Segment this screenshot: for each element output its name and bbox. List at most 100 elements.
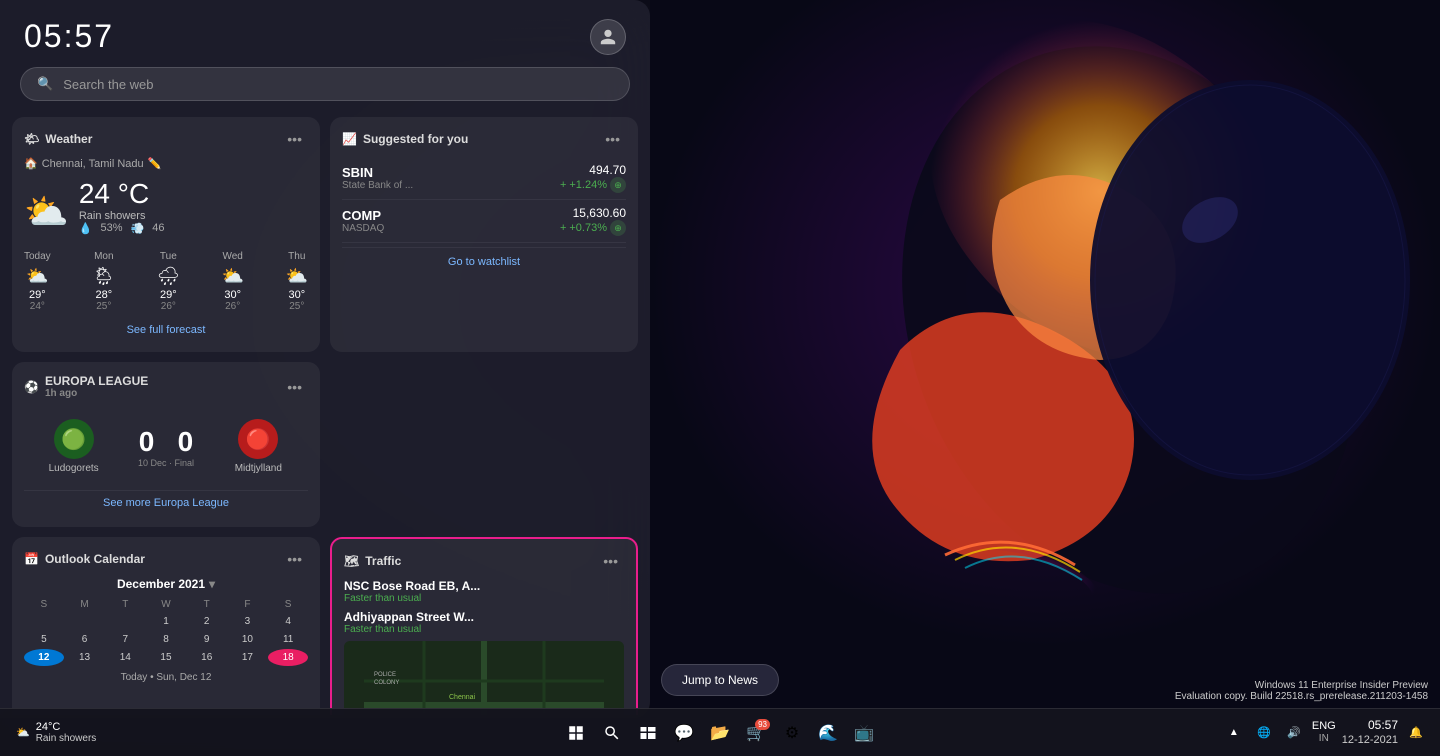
wind-icon: 💨 — [131, 222, 145, 235]
notification-button[interactable]: 🔔 — [1404, 720, 1428, 744]
europa-more-button[interactable]: ••• — [281, 377, 308, 397]
svg-text:Chennai: Chennai — [449, 694, 476, 701]
windows-start-button[interactable] — [560, 717, 592, 749]
traffic-map[interactable]: Chennai M.A. Chidambaram Stadium POLICE … — [344, 641, 624, 715]
team-ludogorets: 🟢 Ludogorets — [39, 419, 109, 474]
widgets-panel: 05:57 🔍 🌤 Weather ••• 🏠 Chennai, Tamil N… — [0, 0, 650, 718]
network-icon[interactable]: 🌐 — [1252, 720, 1276, 744]
weather-taskbar-icon: ⛅ — [16, 726, 30, 739]
see-more-europa[interactable]: See more Europa League — [24, 490, 308, 515]
calendar-widget: 📅 Outlook Calendar ••• December 2021 ▾ S… — [12, 537, 320, 715]
ludogorets-logo: 🟢 — [54, 419, 94, 459]
weather-more-button[interactable]: ••• — [281, 129, 308, 149]
chevron-down-icon[interactable]: ▾ — [209, 577, 215, 591]
see-forecast-link[interactable]: See full forecast — [24, 320, 308, 340]
weather-title: 🌤 Weather — [24, 132, 92, 146]
jump-to-news-button[interactable]: Jump to News — [661, 664, 779, 696]
forecast-wed: Wed ⛅ 30° 26° — [221, 251, 243, 312]
taskbar-store-button[interactable]: 🛒 93 — [740, 717, 772, 749]
calendar-today-label: Today • Sun, Dec 12 — [24, 672, 308, 683]
europa-widget: ⚽ EUROPA LEAGUE 1h ago ••• 🟢 Ludogorets … — [12, 362, 320, 527]
calendar-header: 📅 Outlook Calendar ••• — [24, 549, 308, 569]
add-watchlist-icon[interactable]: ⊕ — [610, 177, 626, 193]
europa-title: ⚽ EUROPA LEAGUE 1h ago — [24, 374, 148, 399]
weather-description: Rain showers — [79, 210, 165, 222]
language-indicator: ENG IN — [1312, 720, 1336, 745]
suggested-header: 📈 Suggested for you ••• — [342, 129, 626, 149]
forecast-mon: Mon 🌦 28° 25° — [92, 251, 115, 312]
add-watchlist-icon-2[interactable]: ⊕ — [610, 220, 626, 236]
traffic-more-button[interactable]: ••• — [597, 551, 624, 571]
forecast-thu: Thu ⛅ 30° 25° — [286, 251, 308, 312]
taskbar-settings-button[interactable]: ⚙ — [776, 717, 808, 749]
taskbar-overflow-button[interactable]: ▲ — [1222, 720, 1246, 744]
traffic-header: 🗺 Traffic ••• — [344, 551, 624, 571]
search-input[interactable] — [63, 77, 613, 92]
taskbar: ⛅ 24°C Rain showers 💬 — [0, 708, 1440, 756]
up-icon-2: + — [560, 222, 566, 234]
stock-row-sbin[interactable]: SBIN State Bank of ... 494.70 + +1.24% ⊕ — [342, 157, 626, 200]
taskbar-center: 💬 📂 🛒 93 ⚙ 🌊 📺 — [560, 717, 880, 749]
suggested-title: 📈 Suggested for you — [342, 132, 468, 146]
calendar-title: 📅 Outlook Calendar — [24, 552, 145, 566]
match-score: 🟢 Ludogorets 0 0 10 Dec · Final 🔴 Midtjy… — [24, 407, 308, 486]
weather-taskbar[interactable]: ⛅ 24°C Rain showers — [8, 713, 104, 753]
trend-icon: 📈 — [342, 132, 357, 146]
watchlist-link[interactable]: Go to watchlist — [342, 247, 626, 276]
widgets-grid: 🌤 Weather ••• 🏠 Chennai, Tamil Nadu ✏️ ⛅… — [0, 117, 650, 715]
taskbar-clock[interactable]: 05:57 12-12-2021 — [1342, 718, 1398, 748]
calendar-icon: 📅 — [24, 552, 39, 566]
calendar-month: December 2021 ▾ — [24, 577, 308, 591]
weather-main: ⛅ 24 °C Rain showers 💧 53% 💨 46 — [24, 178, 308, 245]
calendar-today[interactable]: 12 — [24, 649, 64, 666]
taskbar-explorer-button[interactable]: 📂 — [704, 717, 736, 749]
volume-icon[interactable]: 🔊 — [1282, 720, 1306, 744]
forecast-tue: Tue 🌧 29° 26° — [157, 251, 180, 312]
search-icon: 🔍 — [37, 76, 53, 92]
weather-widget: 🌤 Weather ••• 🏠 Chennai, Tamil Nadu ✏️ ⛅… — [12, 117, 320, 352]
taskbar-left: ⛅ 24°C Rain showers — [0, 713, 104, 753]
taskbar-edge-button[interactable]: 🌊 — [812, 717, 844, 749]
suggested-more-button[interactable]: ••• — [599, 129, 626, 149]
suggested-widget: 📈 Suggested for you ••• SBIN State Bank … — [330, 117, 638, 352]
traffic-location-1: NSC Bose Road EB, A... Faster than usual — [344, 579, 624, 604]
edit-icon[interactable]: ✏️ — [148, 157, 162, 170]
stock-row-comp[interactable]: COMP NASDAQ 15,630.60 + +0.73% ⊕ — [342, 200, 626, 243]
calendar-event-day[interactable]: 18 — [268, 649, 308, 666]
svg-text:POLICE: POLICE — [374, 672, 396, 678]
wallpaper-art — [650, 0, 1440, 720]
taskbar-chat-button[interactable]: 💬 — [668, 717, 700, 749]
avatar-button[interactable] — [590, 19, 626, 55]
weather-icon-small: 🌤 — [24, 132, 39, 146]
panel-clock: 05:57 — [24, 18, 114, 55]
traffic-widget: 🗺 Traffic ••• NSC Bose Road EB, A... Fas… — [330, 537, 638, 715]
europa-header: ⚽ EUROPA LEAGUE 1h ago ••• — [24, 374, 308, 399]
up-icon: + — [560, 179, 566, 191]
store-badge: 93 — [755, 719, 770, 730]
weather-details: 💧 53% 💨 46 — [79, 222, 165, 235]
svg-text:COLONY: COLONY — [374, 680, 399, 686]
sys-info-overlay: Windows 11 Enterprise Insider Preview Ev… — [1175, 680, 1428, 702]
rain-icon: 💧 — [79, 222, 93, 235]
traffic-title: 🗺 Traffic — [344, 554, 401, 568]
taskbar-search-button[interactable] — [596, 717, 628, 749]
team-midtjylland: 🔴 Midtjylland — [223, 419, 293, 474]
traffic-icon: 🗺 — [344, 554, 359, 568]
home-icon: 🏠 — [24, 157, 38, 170]
calendar-more-button[interactable]: ••• — [281, 549, 308, 569]
weather-condition-icon: ⛅ — [24, 191, 69, 233]
score-display: 0 0 10 Dec · Final — [138, 426, 194, 468]
europa-icon: ⚽ — [24, 380, 39, 394]
weather-temperature: 24 °C — [79, 178, 165, 210]
taskbar-taskview-button[interactable] — [632, 717, 664, 749]
forecast-today: Today ⛅ 29° 24° — [24, 251, 51, 312]
taskbar-other-button[interactable]: 📺 — [848, 717, 880, 749]
panel-header: 05:57 — [0, 0, 650, 67]
traffic-location-2: Adhiyappan Street W... Faster than usual — [344, 610, 624, 635]
weather-forecast: Today ⛅ 29° 24° Mon 🌦 28° 25° Tue 🌧 29° … — [24, 251, 308, 312]
calendar-grid: S M T W T F S 1 2 3 4 5 6 7 8 9 — [24, 597, 308, 666]
weather-header: 🌤 Weather ••• — [24, 129, 308, 149]
weather-location: 🏠 Chennai, Tamil Nadu ✏️ — [24, 157, 308, 170]
midtjylland-logo: 🔴 — [238, 419, 278, 459]
search-bar[interactable]: 🔍 — [20, 67, 630, 101]
